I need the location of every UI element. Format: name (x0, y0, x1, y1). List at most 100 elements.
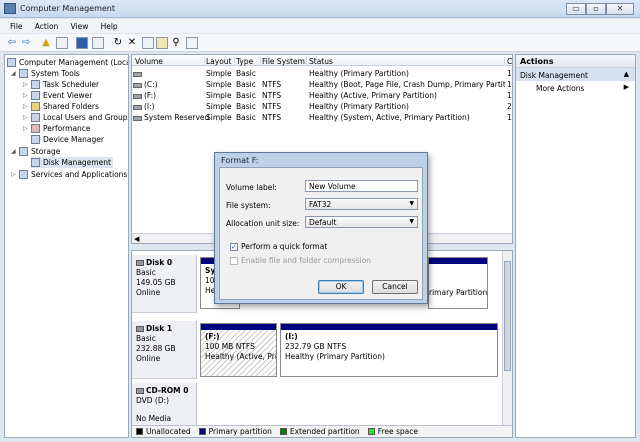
disk-icon (136, 260, 144, 266)
storage-icon (19, 147, 28, 156)
cancel-button[interactable]: Cancel (372, 280, 418, 294)
tree-item-root[interactable]: Computer Management (Local (7, 57, 128, 68)
delete-icon[interactable]: ✕ (126, 37, 138, 49)
actions-pane: Actions Disk Management ▲ More Actions ▶ (515, 54, 636, 438)
tree-item-local-users[interactable]: ▷ Local Users and Groups (23, 112, 128, 123)
tree-item-device-manager[interactable]: Device Manager (31, 134, 104, 145)
disk-1-label[interactable]: Disk 1 Basic 232.88 GB Online (132, 321, 197, 379)
scroll-left-icon[interactable]: ◀ (134, 235, 139, 243)
minimize-button[interactable]: ▭ (566, 3, 586, 15)
open-icon[interactable] (156, 37, 168, 49)
volume-icon (133, 71, 142, 77)
collapse-icon[interactable]: ◢ (11, 148, 19, 155)
cdrom-0-label[interactable]: CD-ROM 0 DVD (D:) No Media (132, 383, 197, 431)
collapse-icon[interactable]: ◢ (11, 70, 19, 77)
expand-icon[interactable]: ▷ (23, 103, 31, 110)
vertical-scrollbar[interactable] (502, 251, 512, 426)
tree-item-task-scheduler[interactable]: ▷ Task Scheduler (23, 79, 99, 90)
tree-item-services[interactable]: ▷ Services and Applications (11, 169, 127, 180)
volume-label-label: Volume label: (226, 183, 277, 192)
collapse-icon[interactable]: ▲ (624, 70, 629, 78)
quick-format-checkbox[interactable]: ✓ Perform a quick format (230, 242, 327, 251)
compression-checkbox[interactable]: Enable file and folder compression (230, 256, 371, 265)
menu-file[interactable]: File (10, 22, 23, 31)
forward-icon[interactable]: ⇨ (20, 37, 32, 49)
allocation-unit-select[interactable]: Default ▼ (305, 216, 418, 228)
column-capacity[interactable]: C (507, 57, 512, 66)
refresh-icon[interactable]: ↻ (112, 37, 124, 49)
back-icon[interactable]: ⇦ (6, 37, 18, 49)
expand-icon[interactable]: ▷ (23, 92, 31, 99)
toolbar: ⇦ ⇨ ▲ ↻ ✕ ⚲ (0, 34, 640, 52)
legend-swatch-free (367, 428, 375, 435)
maximize-button[interactable]: ▫ (586, 3, 606, 15)
legend-swatch-primary (198, 428, 206, 435)
disk-1-partition-i[interactable]: (I:) 232.79 GB NTFS Healthy (Primary Par… (280, 323, 498, 377)
column-status[interactable]: Status (309, 57, 505, 66)
scroll-thumb[interactable] (504, 261, 511, 371)
tree-item-disk-management[interactable]: Disk Management (31, 157, 113, 168)
disk-icon (136, 326, 144, 332)
checkmark-icon: ✓ (230, 242, 238, 251)
window-title: Computer Management (20, 4, 116, 13)
disk-0-label[interactable]: Disk 0 Basic 149.05 GB Online (132, 255, 197, 313)
help-icon[interactable] (76, 37, 88, 49)
volume-icon (133, 104, 142, 110)
allocation-unit-label: Allocation unit size: (226, 219, 300, 228)
table-row[interactable]: Simple Basic Healthy (Primary Partition)… (132, 68, 512, 78)
table-row[interactable]: (F:) Simple Basic NTFS Healthy (Active, … (132, 90, 512, 100)
minimize-icon: ▭ (572, 4, 580, 13)
tree-item-performance[interactable]: ▷ Performance (23, 123, 91, 134)
volume-icon (133, 82, 142, 88)
tree-item-shared-folders[interactable]: ▷ Shared Folders (23, 101, 99, 112)
close-button[interactable]: ✕ (606, 3, 634, 15)
menu-help[interactable]: Help (101, 22, 118, 31)
tree-item-storage[interactable]: ◢ Storage (11, 146, 60, 157)
up-folder-icon[interactable]: ▲ (40, 37, 52, 49)
column-volume[interactable]: Volume (135, 57, 205, 66)
properties-2-icon[interactable] (142, 37, 154, 49)
file-system-label: File system: (226, 201, 271, 210)
volume-list-header: Volume Layout Type File System Status C (132, 55, 512, 66)
tree-item-event-viewer[interactable]: ▷ Event Viewer (23, 90, 92, 101)
column-type[interactable]: Type (236, 57, 261, 66)
dialog-body: Volume label: New Volume File system: FA… (219, 167, 423, 300)
tree-item-system-tools[interactable]: ◢ System Tools (11, 68, 80, 79)
title-bar: Computer Management ▭ ▫ ✕ (0, 0, 640, 18)
ok-button[interactable]: OK (318, 280, 364, 294)
table-row[interactable]: (C:) Simple Basic NTFS Healthy (Boot, Pa… (132, 79, 512, 89)
column-file-system[interactable]: File System (262, 57, 307, 66)
table-row[interactable]: System Reserved Simple Basic NTFS Health… (132, 112, 512, 122)
volume-icon (133, 115, 142, 121)
maximize-icon: ▫ (593, 4, 599, 13)
column-layout[interactable]: Layout (206, 57, 235, 66)
menu-bar: File Action View Help (0, 19, 640, 33)
tools-icon (19, 69, 28, 78)
event-viewer-icon (31, 91, 40, 100)
users-icon (31, 113, 40, 122)
chevron-right-icon: ▶ (623, 83, 629, 91)
disk-1-partition-f[interactable]: (F:) 100 MB NTFS Healthy (Active, Prim (200, 323, 277, 377)
expand-icon[interactable]: ▷ (11, 171, 19, 178)
file-system-select[interactable]: FAT32 ▼ (305, 198, 418, 210)
menu-view[interactable]: View (71, 22, 89, 31)
actions-disk-management[interactable]: Disk Management ▲ (516, 68, 635, 81)
expand-icon[interactable]: ▷ (23, 125, 31, 132)
clock-icon (31, 80, 40, 89)
properties-icon[interactable] (92, 37, 104, 49)
disk-0-partition-c[interactable]: rimary Partition) (428, 257, 488, 309)
dropdown-arrow-icon: ▼ (409, 200, 414, 207)
computer-management-icon (4, 3, 16, 14)
table-row[interactable]: (I:) Simple Basic NTFS Healthy (Primary … (132, 101, 512, 111)
expand-icon[interactable]: ▷ (23, 81, 31, 88)
show-hide-tree-icon[interactable] (56, 37, 68, 49)
more-actions[interactable]: More Actions ▶ (516, 81, 635, 94)
menu-action[interactable]: Action (35, 22, 59, 31)
device-manager-icon (31, 135, 40, 144)
search-icon[interactable]: ⚲ (170, 37, 182, 49)
volume-label-input[interactable]: New Volume (305, 180, 418, 192)
legend-swatch-extended (279, 428, 287, 435)
performance-icon (31, 124, 40, 133)
view-icon[interactable] (186, 37, 198, 49)
expand-icon[interactable]: ▷ (23, 114, 31, 121)
